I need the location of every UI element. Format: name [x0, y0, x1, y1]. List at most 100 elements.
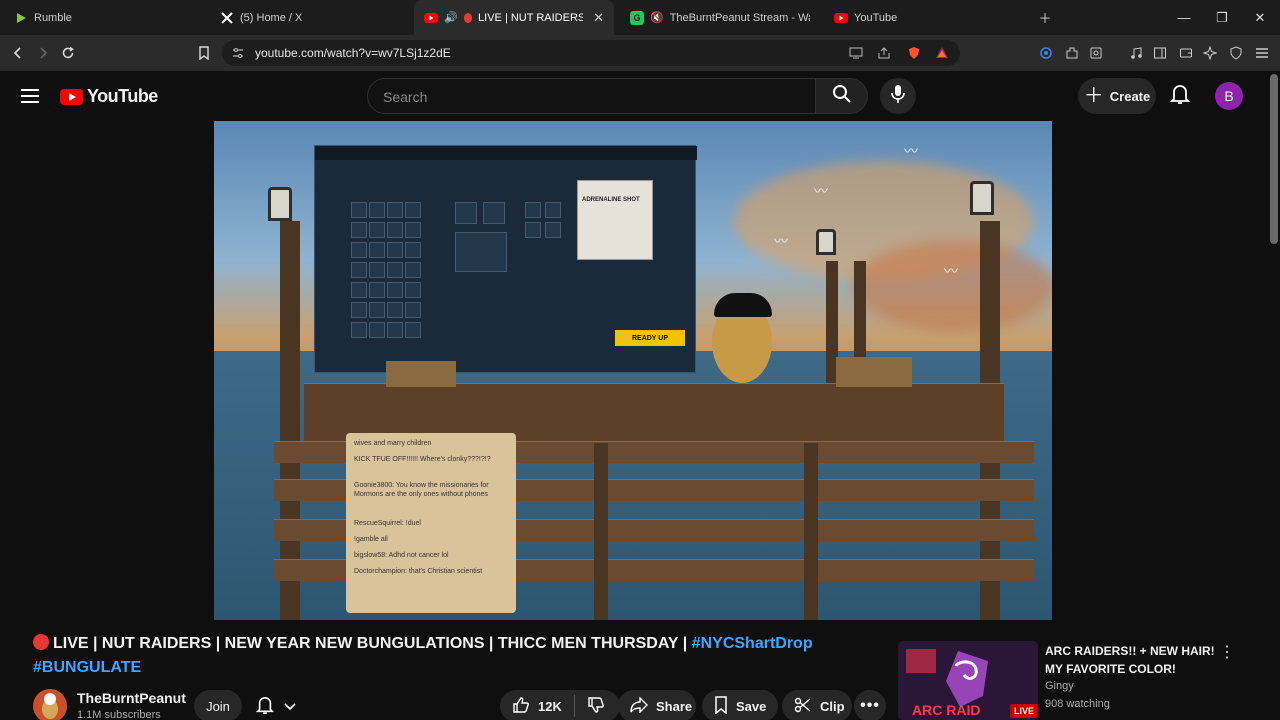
seagull-icon: 〰: [904, 143, 918, 159]
chat-message: KICK TFUE OFF!!!!!! Where's clonky???!?!…: [354, 456, 491, 463]
leo-ai-icon[interactable]: [1198, 41, 1222, 65]
media-controls-icon[interactable]: [1124, 41, 1148, 65]
lamp-icon: [816, 229, 836, 255]
dock-post: [594, 443, 608, 620]
share-label: Share: [656, 698, 693, 714]
chat-message: wives and marry children: [354, 440, 432, 447]
cast-icon[interactable]: [846, 43, 866, 63]
extensions-icon[interactable]: [1060, 41, 1084, 65]
page-scrollbar[interactable]: [1270, 74, 1278, 244]
wallet-icon[interactable]: [1084, 41, 1108, 65]
vpn-shield-icon[interactable]: [1224, 41, 1248, 65]
hashtag-link[interactable]: #BUNGULATE: [33, 659, 141, 676]
menu-icon[interactable]: [1250, 41, 1274, 65]
address-bar[interactable]: youtube.com/watch?v=wv7LSj1z2dE: [222, 40, 960, 66]
new-tab-button[interactable]: ＋: [1026, 0, 1064, 35]
forward-button[interactable]: [31, 41, 55, 65]
create-label: Create: [1109, 88, 1151, 104]
more-actions-button[interactable]: •••: [854, 690, 886, 720]
like-button[interactable]: 12K: [512, 696, 562, 717]
like-dislike-group: 12K: [500, 690, 620, 720]
tab-youtube[interactable]: YouTube: [824, 0, 1024, 35]
restore-button[interactable]: ❐: [1203, 0, 1241, 35]
video-cloud: [854, 241, 1052, 331]
dislike-button[interactable]: [587, 696, 605, 717]
tab-label: Rumble: [34, 11, 72, 24]
guide-menu-icon[interactable]: [18, 85, 42, 107]
dock-post: [804, 443, 818, 620]
svg-text:ARC RAID: ARC RAID: [912, 702, 980, 718]
thumbs-up-icon: [512, 696, 530, 717]
tab-youtube-live[interactable]: 🔊 LIVE | NUT RAIDERS | NEW ✕: [414, 0, 614, 35]
youtube-icon: [424, 11, 438, 25]
search-icon: [832, 84, 852, 109]
ready-up-button: READY UP: [615, 330, 685, 346]
seagull-icon: 〰: [814, 183, 828, 199]
more-vertical-icon[interactable]: ⋮: [1219, 643, 1235, 661]
close-window-button[interactable]: ✕: [1241, 0, 1279, 35]
save-button[interactable]: Save: [702, 690, 778, 720]
gamesight-icon: G: [630, 10, 644, 25]
share-arrow-icon: [630, 695, 648, 716]
site-settings-icon[interactable]: [228, 43, 248, 63]
youtube-logo-text: YouTube: [87, 86, 158, 106]
close-tab-icon[interactable]: ✕: [593, 10, 604, 26]
youtube-icon: [834, 11, 848, 25]
chevron-down-icon: [284, 698, 296, 716]
tooltip-title: ADRENALINE SHOT: [582, 197, 640, 203]
search-placeholder: Search: [383, 89, 428, 105]
create-button[interactable]: ＋ Create: [1078, 78, 1156, 114]
muted-icon[interactable]: 🔇: [650, 11, 664, 24]
tab-theburntpeanut-stream[interactable]: G 🔇 TheBurntPeanut Stream - Watch: [620, 0, 820, 35]
chat-message: Doctorchampion: that's Christian scienti…: [354, 568, 483, 575]
channel-name[interactable]: TheBurntPeanut: [77, 690, 186, 706]
browser-tab-strip: Rumble (5) Home / X 🔊 LIVE | NUT RAIDERS…: [0, 0, 1280, 35]
live-badge: LIVE: [1010, 704, 1038, 718]
share-button[interactable]: Share: [618, 690, 696, 720]
crate: [386, 361, 456, 387]
channel-avatar[interactable]: [33, 689, 67, 720]
chat-message: !gamble all: [354, 536, 388, 543]
search-button[interactable]: [816, 78, 868, 114]
bookmark-icon[interactable]: [192, 41, 216, 65]
clip-label: Clip: [820, 698, 845, 714]
chat-message: bigslow58: Adhd not cancer lol: [354, 552, 449, 559]
video-title: LIVE | NUT RAIDERS | NEW YEAR NEW BUNGUL…: [33, 632, 823, 680]
hashtag-link[interactable]: #NYCShartDrop: [692, 635, 813, 652]
bell-icon: [1169, 83, 1191, 110]
back-button[interactable]: [6, 41, 30, 65]
join-button[interactable]: Join: [194, 690, 242, 720]
brave-rewards-icon[interactable]: [932, 43, 952, 63]
speaker-icon[interactable]: 🔊: [444, 11, 458, 24]
search-input[interactable]: Search: [367, 78, 816, 114]
vpn-icon[interactable]: [1034, 41, 1058, 65]
stream-chat-overlay: wives and marry children KICK TFUE OFF!!…: [346, 433, 516, 613]
wallet-card-icon[interactable]: [1174, 41, 1198, 65]
share-page-icon[interactable]: [874, 43, 894, 63]
tab-label: (5) Home / X: [240, 11, 303, 24]
peanut-cap: [714, 293, 772, 317]
x-icon: [220, 11, 234, 25]
tab-x-home[interactable]: (5) Home / X: [210, 0, 410, 35]
recommended-channel-name[interactable]: Gingy: [1045, 680, 1074, 692]
voice-search-button[interactable]: [880, 78, 916, 114]
recommended-video-title[interactable]: ARC RAIDERS!! + NEW HAIR! MY FAVORITE CO…: [1045, 642, 1215, 678]
video-player[interactable]: 〰 〰 〰 〰 ADRENALINE SHOT READY UP wives a…: [214, 121, 1052, 620]
brave-shields-icon[interactable]: [904, 43, 924, 63]
clip-button[interactable]: Clip: [782, 690, 852, 720]
tab-rumble[interactable]: Rumble: [4, 0, 204, 35]
rumble-icon: [14, 11, 28, 25]
lamp-icon: [970, 181, 994, 215]
account-avatar[interactable]: B: [1215, 82, 1243, 110]
youtube-logo[interactable]: YouTube: [60, 86, 158, 107]
subscribe-notifications-button[interactable]: [255, 694, 306, 720]
sidebar-icon[interactable]: [1148, 41, 1172, 65]
video-title-text: LIVE | NUT RAIDERS | NEW YEAR NEW BUNGUL…: [53, 635, 692, 652]
chat-message: RescueSquirrel: !duel: [354, 520, 421, 527]
chat-message: Goonie3800: You know the missionaries fo…: [354, 482, 489, 498]
reload-button[interactable]: [56, 41, 80, 65]
live-dot-icon: [463, 12, 473, 23]
subscriber-count: 1.1M subscribers: [77, 709, 161, 720]
notifications-button[interactable]: [1166, 82, 1194, 110]
minimize-button[interactable]: —: [1165, 0, 1203, 35]
